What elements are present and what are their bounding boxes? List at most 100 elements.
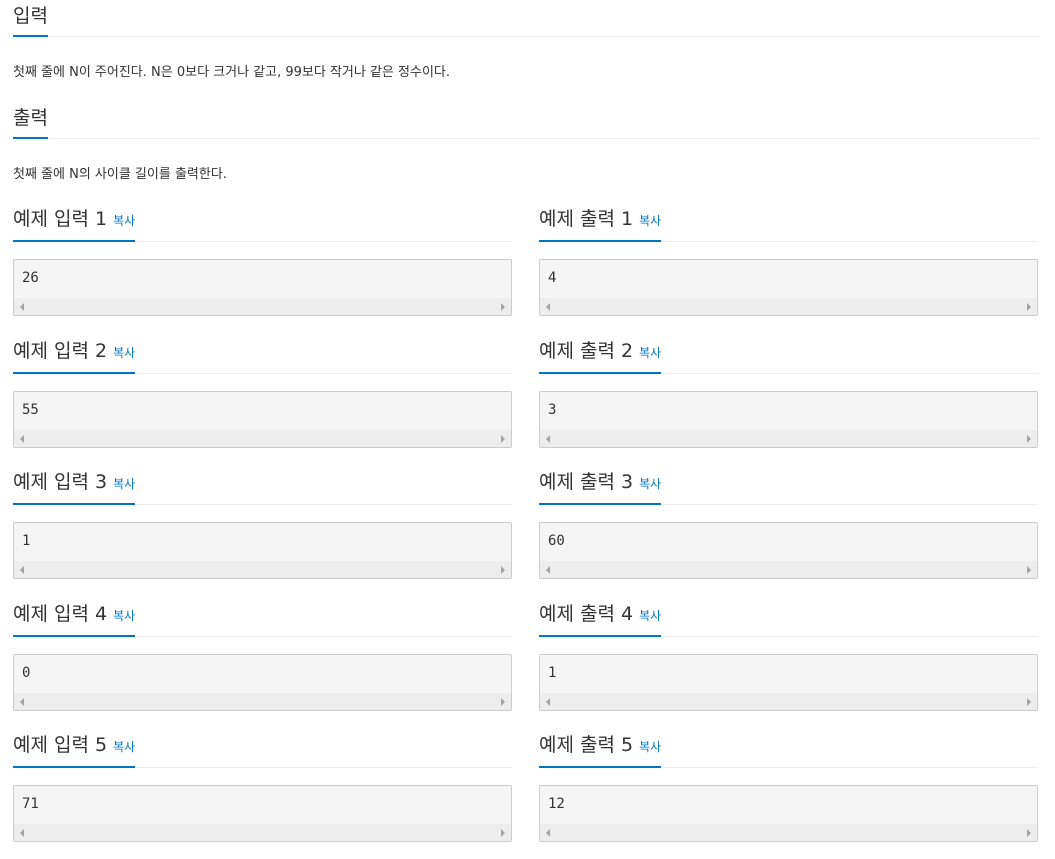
sample-input-value: 55 bbox=[22, 402, 39, 418]
sample-output-headline: 예제 출력 2 복사 bbox=[539, 337, 1038, 374]
scroll-right-arrow-icon[interactable] bbox=[501, 566, 505, 574]
output-headline: 출력 bbox=[13, 102, 1039, 139]
sample-input-headline: 예제 입력 1 복사 bbox=[13, 205, 512, 242]
input-headline: 입력 bbox=[13, 0, 1039, 37]
sample-input-title-wrap: 예제 입력 1 복사 bbox=[13, 204, 136, 242]
scroll-left-arrow-icon[interactable] bbox=[20, 566, 24, 574]
scroll-left-arrow-icon[interactable] bbox=[20, 435, 24, 443]
horizontal-scrollbar[interactable] bbox=[540, 430, 1037, 447]
output-section: 출력 첫째 줄에 N의 사이클 길이를 출력한다. bbox=[13, 102, 1039, 185]
horizontal-scrollbar[interactable] bbox=[540, 298, 1037, 315]
output-description: 첫째 줄에 N의 사이클 길이를 출력한다. bbox=[13, 167, 227, 182]
scroll-left-arrow-icon[interactable] bbox=[20, 303, 24, 311]
sample-input-headline: 예제 입력 3 복사 bbox=[13, 468, 512, 505]
sample-input-box[interactable]: 71 bbox=[13, 785, 512, 842]
sample-output-5: 예제 출력 5 복사 12 bbox=[539, 731, 1038, 842]
sample-input-title-wrap: 예제 입력 5 복사 bbox=[13, 730, 136, 768]
copy-input-3-link[interactable]: 복사 bbox=[113, 477, 135, 491]
sample-input-title-wrap: 예제 입력 3 복사 bbox=[13, 467, 136, 505]
sample-output-box[interactable]: 1 bbox=[539, 654, 1038, 711]
input-title: 입력 bbox=[13, 1, 48, 37]
sample-input-title: 예제 입력 1 bbox=[13, 208, 108, 230]
sample-output-headline: 예제 출력 1 복사 bbox=[539, 205, 1038, 242]
sample-output-title-wrap: 예제 출력 5 복사 bbox=[539, 730, 662, 768]
sample-input-title: 예제 입력 4 bbox=[13, 603, 108, 625]
sample-input-headline: 예제 입력 5 복사 bbox=[13, 731, 512, 768]
input-description: 첫째 줄에 N이 주어진다. N은 0보다 크거나 같고, 99보다 작거나 같… bbox=[13, 65, 450, 80]
scroll-left-arrow-icon[interactable] bbox=[546, 435, 550, 443]
sample-output-headline: 예제 출력 5 복사 bbox=[539, 731, 1038, 768]
sample-output-title-wrap: 예제 출력 4 복사 bbox=[539, 599, 662, 637]
copy-output-4-link[interactable]: 복사 bbox=[639, 609, 661, 623]
horizontal-scrollbar[interactable] bbox=[540, 561, 1037, 578]
horizontal-scrollbar[interactable] bbox=[14, 561, 511, 578]
horizontal-scrollbar[interactable] bbox=[540, 693, 1037, 710]
scroll-left-arrow-icon[interactable] bbox=[20, 829, 24, 837]
sample-output-title-wrap: 예제 출력 3 복사 bbox=[539, 467, 662, 505]
scroll-right-arrow-icon[interactable] bbox=[501, 829, 505, 837]
sample-input-3: 예제 입력 3 복사 1 bbox=[13, 468, 512, 579]
sample-output-1: 예제 출력 1 복사 4 bbox=[539, 205, 1038, 316]
sample-input-5: 예제 입력 5 복사 71 bbox=[13, 731, 512, 842]
sample-input-value: 0 bbox=[22, 665, 31, 681]
copy-input-5-link[interactable]: 복사 bbox=[113, 740, 135, 754]
horizontal-scrollbar[interactable] bbox=[14, 430, 511, 447]
sample-output-title-wrap: 예제 출력 2 복사 bbox=[539, 336, 662, 374]
sample-output-title: 예제 출력 1 bbox=[539, 208, 634, 230]
scroll-right-arrow-icon[interactable] bbox=[1027, 303, 1031, 311]
output-title: 출력 bbox=[13, 103, 48, 139]
sample-output-title: 예제 출력 2 bbox=[539, 340, 634, 362]
copy-output-5-link[interactable]: 복사 bbox=[639, 740, 661, 754]
scroll-left-arrow-icon[interactable] bbox=[546, 829, 550, 837]
scroll-right-arrow-icon[interactable] bbox=[501, 303, 505, 311]
input-section: 입력 첫째 줄에 N이 주어진다. N은 0보다 크거나 같고, 99보다 작거… bbox=[13, 0, 1039, 83]
sample-output-box[interactable]: 4 bbox=[539, 259, 1038, 316]
sample-input-box[interactable]: 1 bbox=[13, 522, 512, 579]
scroll-right-arrow-icon[interactable] bbox=[1027, 698, 1031, 706]
scroll-right-arrow-icon[interactable] bbox=[501, 435, 505, 443]
sample-output-title: 예제 출력 5 bbox=[539, 734, 634, 756]
sample-input-box[interactable]: 55 bbox=[13, 391, 512, 448]
horizontal-scrollbar[interactable] bbox=[14, 298, 511, 315]
sample-output-title: 예제 출력 3 bbox=[539, 471, 634, 493]
sample-input-2: 예제 입력 2 복사 55 bbox=[13, 336, 512, 448]
copy-input-2-link[interactable]: 복사 bbox=[113, 346, 135, 360]
sample-output-4: 예제 출력 4 복사 1 bbox=[539, 599, 1038, 711]
sample-output-box[interactable]: 3 bbox=[539, 391, 1038, 448]
sample-output-box[interactable]: 12 bbox=[539, 785, 1038, 842]
sample-output-title: 예제 출력 4 bbox=[539, 603, 634, 625]
sample-input-box[interactable]: 26 bbox=[13, 259, 512, 316]
sample-input-box[interactable]: 0 bbox=[13, 654, 512, 711]
sample-output-headline: 예제 출력 3 복사 bbox=[539, 468, 1038, 505]
scroll-left-arrow-icon[interactable] bbox=[546, 566, 550, 574]
copy-input-1-link[interactable]: 복사 bbox=[113, 214, 135, 228]
horizontal-scrollbar[interactable] bbox=[14, 693, 511, 710]
scroll-right-arrow-icon[interactable] bbox=[501, 698, 505, 706]
sample-output-2: 예제 출력 2 복사 3 bbox=[539, 337, 1038, 448]
scroll-right-arrow-icon[interactable] bbox=[1027, 829, 1031, 837]
sample-input-value: 26 bbox=[22, 270, 39, 286]
copy-output-3-link[interactable]: 복사 bbox=[639, 477, 661, 491]
scroll-right-arrow-icon[interactable] bbox=[1027, 435, 1031, 443]
sample-input-title: 예제 입력 5 bbox=[13, 734, 108, 756]
scroll-left-arrow-icon[interactable] bbox=[20, 698, 24, 706]
copy-output-1-link[interactable]: 복사 bbox=[639, 214, 661, 228]
sample-input-title-wrap: 예제 입력 4 복사 bbox=[13, 599, 136, 637]
copy-input-4-link[interactable]: 복사 bbox=[113, 609, 135, 623]
sample-output-value: 12 bbox=[548, 796, 565, 812]
sample-input-headline: 예제 입력 4 복사 bbox=[13, 600, 512, 637]
sample-output-value: 1 bbox=[548, 665, 557, 681]
sample-output-value: 3 bbox=[548, 402, 557, 418]
sample-input-4: 예제 입력 4 복사 0 bbox=[13, 600, 512, 711]
scroll-right-arrow-icon[interactable] bbox=[1027, 566, 1031, 574]
copy-output-2-link[interactable]: 복사 bbox=[639, 346, 661, 360]
horizontal-scrollbar[interactable] bbox=[14, 824, 511, 841]
sample-input-1: 예제 입력 1 복사 26 bbox=[13, 205, 512, 316]
sample-output-title-wrap: 예제 출력 1 복사 bbox=[539, 204, 662, 242]
sample-output-value: 4 bbox=[548, 270, 557, 286]
scroll-left-arrow-icon[interactable] bbox=[546, 303, 550, 311]
scroll-left-arrow-icon[interactable] bbox=[546, 698, 550, 706]
horizontal-scrollbar[interactable] bbox=[540, 824, 1037, 841]
sample-output-box[interactable]: 60 bbox=[539, 522, 1038, 579]
sample-input-title-wrap: 예제 입력 2 복사 bbox=[13, 336, 136, 374]
